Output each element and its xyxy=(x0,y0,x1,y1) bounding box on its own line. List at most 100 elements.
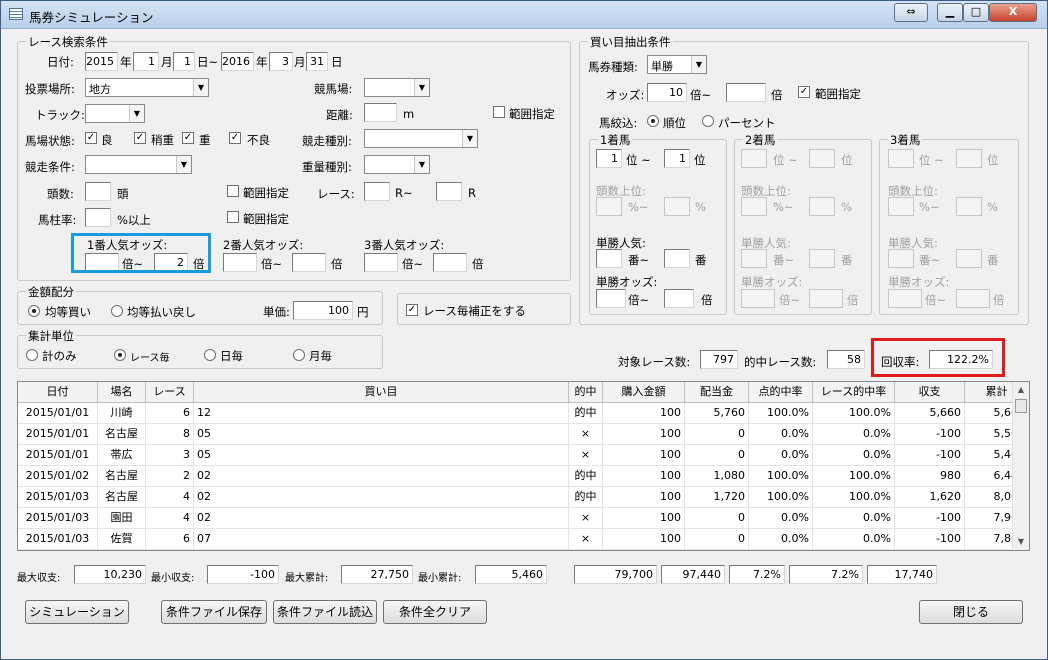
date-to-day[interactable]: 31 xyxy=(306,52,328,71)
save-conditions-button[interactable]: 条件ファイル保存 xyxy=(161,600,267,624)
odds-range-checkbox[interactable]: ✓ xyxy=(798,86,810,98)
horse3-heads-to-input[interactable] xyxy=(956,197,982,216)
maximize-button[interactable]: □ xyxy=(963,3,989,22)
condition-heavy-checkbox[interactable]: ✓ xyxy=(182,132,194,144)
post-rate-range-checkbox[interactable] xyxy=(227,211,239,223)
cell-purchase: 100 xyxy=(603,487,685,508)
horse1-heads-from-input[interactable] xyxy=(596,197,622,216)
venue-select[interactable]: 地方 ▼ xyxy=(85,78,209,97)
horse2-wodds-from-input[interactable] xyxy=(741,289,775,308)
horse2-from-input[interactable] xyxy=(741,149,767,168)
unit-total-radio[interactable] xyxy=(26,349,38,361)
condition-good-checkbox[interactable]: ✓ xyxy=(85,132,97,144)
total-point-hit-rate: 7.2% xyxy=(729,565,785,584)
scroll-thumb[interactable] xyxy=(1015,399,1027,413)
horse1-wodds-mid-label: 倍~ xyxy=(628,293,650,307)
col-header-race-hit-rate[interactable]: レース的中率 xyxy=(813,382,895,403)
col-header-purchase[interactable]: 購入金額 xyxy=(603,382,685,403)
col-header-bet[interactable]: 買い目 xyxy=(194,382,569,403)
filter-rank-radio[interactable] xyxy=(647,115,659,127)
horse3-from-input[interactable] xyxy=(888,149,914,168)
heads-range-checkbox[interactable] xyxy=(227,185,239,197)
post-rate-input[interactable] xyxy=(85,208,111,227)
horse2-wodds-to-input[interactable] xyxy=(809,289,843,308)
clear-conditions-button[interactable]: 条件全クリア xyxy=(383,600,487,624)
fav3-to-input[interactable] xyxy=(433,253,467,272)
track-select[interactable]: ▼ xyxy=(85,104,145,123)
horse2-to-input[interactable] xyxy=(809,149,835,168)
horse1-to-input[interactable]: 1 xyxy=(664,149,690,168)
col-header-date[interactable]: 日付 xyxy=(18,382,98,403)
cell-balance: 5,660 xyxy=(895,403,965,424)
price-input[interactable]: 100 xyxy=(293,301,353,320)
horse1-from-input[interactable]: 1 xyxy=(596,149,622,168)
date-to-year[interactable]: 2016 xyxy=(221,52,254,71)
date-from-day[interactable]: 1 xyxy=(173,52,195,71)
horse1-wodds-from-input[interactable] xyxy=(596,289,626,308)
date-from-month[interactable]: 1 xyxy=(133,52,159,71)
horse2-pop-from-input[interactable] xyxy=(741,249,767,268)
fav3-from-input[interactable] xyxy=(364,253,398,272)
race-no-to-input[interactable] xyxy=(436,182,462,201)
odds-to-input[interactable] xyxy=(726,83,766,102)
horse1-label: 1着馬 xyxy=(598,132,633,148)
col-header-hit[interactable]: 的中 xyxy=(569,382,603,403)
horse1-wodds-to-input[interactable] xyxy=(664,289,694,308)
simulate-button[interactable]: シミュレーション xyxy=(25,600,129,624)
horse3-wodds-to-input[interactable] xyxy=(956,289,990,308)
horse1-heads-to-input[interactable] xyxy=(664,197,690,216)
equal-payout-radio[interactable] xyxy=(111,305,123,317)
racecourse-select[interactable]: ▼ xyxy=(364,78,430,97)
condition-bad-checkbox[interactable]: ✓ xyxy=(229,132,241,144)
load-conditions-button[interactable]: 条件ファイル読込 xyxy=(273,600,377,624)
horse3-heads-from-input[interactable] xyxy=(888,197,914,216)
horse3-pop-from-input[interactable] xyxy=(888,249,914,268)
unit-month-radio[interactable] xyxy=(293,349,305,361)
distance-range-checkbox[interactable] xyxy=(493,106,505,118)
ticket-type-select[interactable]: 単勝 ▼ xyxy=(647,55,707,74)
horse3-pop-to-input[interactable] xyxy=(956,249,982,268)
race-cond-select[interactable]: ▼ xyxy=(85,155,192,174)
results-table[interactable]: 日付 場名 レース 買い目 的中 購入金額 配当金 点的中率 レース的中率 収支 累計 2015/0… xyxy=(17,381,1030,551)
heads-input[interactable] xyxy=(85,182,111,201)
col-header-payout[interactable]: 配当金 xyxy=(685,382,749,403)
col-header-point-hit-rate[interactable]: 点的中率 xyxy=(749,382,813,403)
odds-from-input[interactable]: 10 xyxy=(647,83,687,102)
minimize-button[interactable]: ▁ xyxy=(937,3,963,22)
distance-input[interactable] xyxy=(364,103,397,122)
date-from-year[interactable]: 2015 xyxy=(85,52,118,71)
horse2-heads-to-input[interactable] xyxy=(809,197,835,216)
horse1-pop-to-input[interactable] xyxy=(664,249,690,268)
close-button[interactable]: 閉じる xyxy=(919,600,1023,624)
race-no-from-input[interactable] xyxy=(364,182,390,201)
unit-day-radio[interactable] xyxy=(204,349,216,361)
track-label: トラック: xyxy=(35,108,85,122)
condition-slightly-heavy-checkbox[interactable]: ✓ xyxy=(134,132,146,144)
fav2-from-input[interactable] xyxy=(223,253,257,272)
race-type-select[interactable]: ▼ xyxy=(364,129,478,148)
scroll-up-icon[interactable]: ▲ xyxy=(1013,382,1029,398)
horse3-to-input[interactable] xyxy=(956,149,982,168)
unit-race-radio[interactable] xyxy=(114,349,126,361)
horse1-pop-from-input[interactable] xyxy=(596,249,622,268)
horse2-label: 2着馬 xyxy=(743,132,778,148)
close-window-button[interactable]: X xyxy=(989,3,1037,22)
cell-balance: -100 xyxy=(895,508,965,529)
horse2-heads-from-input[interactable] xyxy=(741,197,767,216)
col-header-venue[interactable]: 場名 xyxy=(98,382,146,403)
cell-hit: × xyxy=(569,424,603,445)
filter-percent-radio[interactable] xyxy=(702,115,714,127)
scroll-down-icon[interactable]: ▼ xyxy=(1013,534,1029,550)
restore-icon[interactable]: ⇔ xyxy=(894,3,928,22)
fav2-to-input[interactable] xyxy=(292,253,326,272)
weight-type-select[interactable]: ▼ xyxy=(364,155,430,174)
vertical-scrollbar[interactable]: ▲ ▼ xyxy=(1012,382,1029,550)
col-header-race[interactable]: レース xyxy=(146,382,194,403)
correct-checkbox[interactable]: ✓ xyxy=(406,304,418,316)
equal-buy-radio[interactable] xyxy=(28,305,40,317)
date-to-month[interactable]: 3 xyxy=(269,52,293,71)
cell-point-hit-rate: 100.0% xyxy=(749,487,813,508)
horse3-wodds-from-input[interactable] xyxy=(888,289,922,308)
horse2-pop-to-input[interactable] xyxy=(809,249,835,268)
col-header-balance[interactable]: 収支 xyxy=(895,382,965,403)
